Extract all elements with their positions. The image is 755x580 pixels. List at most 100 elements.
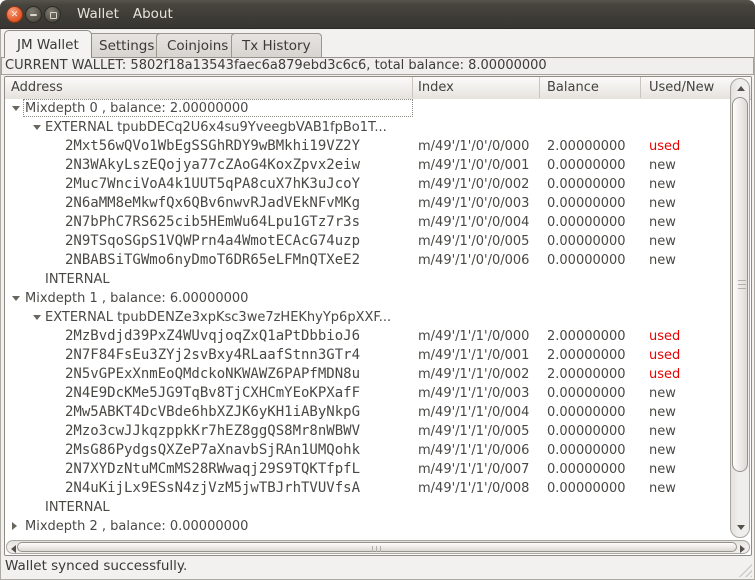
tree-row[interactable]: EXTERNAL tpubDENZe3xpKsc3we7zHEKhyYp6pXX… [5, 308, 730, 327]
balance-cell: 0.00000000 [547, 386, 626, 401]
collapse-expander-icon[interactable] [33, 125, 41, 130]
status-cell: new [649, 481, 676, 496]
address-cell: 2N9TSqoSGpS1VQWPrn4a4WmotECAcG74uzp [65, 233, 361, 249]
tab-coinjoins[interactable]: Coinjoins [156, 33, 240, 58]
balance-cell: 0.00000000 [547, 462, 626, 477]
address-cell: 2N6aMM8eMkwfQx6QBv6nwvRJadVEkNFvMKg [65, 195, 361, 211]
tree-row[interactable]: 2N7bPhC7RS625cib5HEmWu64Lpu1GTz7r3s m/49'… [5, 213, 730, 232]
status-message: Wallet synced successfully. [5, 558, 188, 574]
menu-wallet[interactable]: Wallet [70, 6, 126, 22]
balance-cell: 0.00000000 [547, 234, 626, 249]
status-cell: new [649, 177, 676, 192]
balance-cell: 2.00000000 [547, 139, 626, 154]
status-cell: used [649, 348, 681, 363]
balance-cell: 2.00000000 [547, 367, 626, 382]
vertical-scrollbar[interactable] [730, 78, 750, 538]
tree-row[interactable]: 2MzBvdjd39PxZ4WUvqjoqZxQ1aPtDbbioJ6 m/49'… [5, 327, 730, 346]
tree-row[interactable]: Mixdepth 1 , balance: 6.00000000 [5, 289, 730, 308]
horizontal-scrollbar-thumb[interactable] [17, 542, 737, 552]
balance-cell: 0.00000000 [547, 405, 626, 420]
scroll-down-arrow-icon[interactable] [737, 525, 745, 530]
index-cell: m/49'/1'/1'/0/005 [418, 424, 530, 439]
column-header-index[interactable]: Index [413, 77, 540, 98]
index-cell: m/49'/1'/1'/0/002 [418, 367, 530, 382]
index-cell: m/49'/1'/0'/0/006 [418, 253, 530, 268]
tree-row[interactable]: 2N6aMM8eMkwfQx6QBv6nwvRJadVEkNFvMKg m/49'… [5, 194, 730, 213]
wallet-tree: Address Index Balance Used/New Mixdepth 0 ,… [4, 76, 752, 556]
tree-item-label: INTERNAL [45, 272, 110, 287]
tree-row[interactable]: 2Muc7WnciVoA4k1UUT5qPA8cuX7hK3uJcoY m/49'… [5, 175, 730, 194]
tab-jm-wallet[interactable]: JM Wallet [4, 30, 92, 58]
minimize-button[interactable] [25, 6, 42, 23]
expand-expander-icon[interactable] [12, 522, 17, 530]
tree-row[interactable]: INTERNAL [5, 498, 730, 517]
tab-tx-history[interactable]: Tx History [231, 33, 322, 58]
tree-row[interactable]: 2N5vGPExXnmEoQMdckoNKWAWZ6PAPfMDN8u m/49'… [5, 365, 730, 384]
vertical-scrollbar-track[interactable] [730, 78, 750, 538]
index-cell: m/49'/1'/1'/0/006 [418, 443, 530, 458]
status-cell: new [649, 443, 676, 458]
balance-cell: 0.00000000 [547, 196, 626, 211]
tree-item-label: Mixdepth 2 , balance: 0.00000000 [25, 519, 249, 534]
tree-row[interactable]: Mixdepth 0 , balance: 2.00000000 [5, 99, 730, 118]
column-header-address[interactable]: Address [5, 77, 413, 98]
tree-row[interactable]: 2N4uKijLx9ESsN4zjVzM5jwTBJrhTVUVfsA m/49'… [5, 479, 730, 498]
tree-row[interactable]: 2Mw5ABKT4DcVBde6hbXZJK6yKH1iAByNkpG m/49'… [5, 403, 730, 422]
index-cell: m/49'/1'/0'/0/005 [418, 234, 530, 249]
tree-row[interactable]: Mixdepth 2 , balance: 0.00000000 [5, 517, 730, 536]
tree-item-label: Mixdepth 0 , balance: 2.00000000 [25, 101, 249, 116]
status-cell: new [649, 234, 676, 249]
tree-row[interactable]: 2N7F84FsEu3ZYj2svBxy4RLaafStnn3GTr4 m/49'… [5, 346, 730, 365]
balance-cell: 0.00000000 [547, 443, 626, 458]
balance-cell: 0.00000000 [547, 158, 626, 173]
index-cell: m/49'/1'/0'/0/004 [418, 215, 530, 230]
vertical-scrollbar-thumb[interactable] [732, 97, 748, 472]
tree-row[interactable]: 2N3WAkyLszEQojya77cZAoG4KoxZpvx2eiw m/49'… [5, 156, 730, 175]
status-cell: new [649, 405, 676, 420]
index-cell: m/49'/1'/1'/0/001 [418, 348, 530, 363]
collapse-expander-icon[interactable] [12, 106, 20, 111]
scroll-right-arrow-icon[interactable] [740, 545, 745, 553]
menu-about[interactable]: About [126, 6, 180, 22]
address-cell: 2N7XYDzNtuMCmMS28RWwaqj29S9TQKTfpfL [65, 461, 361, 477]
balance-cell: 0.00000000 [547, 215, 626, 230]
app-window: WalletAbout JM WalletSettingsCoinjoinsTx… [0, 0, 755, 580]
tree-row[interactable]: 2N9TSqoSGpS1VQWPrn4a4WmotECAcG74uzp m/49'… [5, 232, 730, 251]
titlebar: WalletAbout [0, 0, 755, 29]
scroll-left-arrow-icon[interactable] [11, 545, 16, 553]
address-cell: 2Mzo3cwJJkqzppkKr7hEZ8ggQS8Mr8nWBWV [65, 423, 361, 439]
tree-row[interactable]: 2Mxt56wQVo1WbEgSSGhRDY9wBMkhi19VZ2Y m/49'… [5, 137, 730, 156]
status-cell: used [649, 139, 681, 154]
horizontal-scrollbar-track[interactable] [6, 540, 750, 554]
index-cell: m/49'/1'/0'/0/000 [418, 139, 530, 154]
tree-row[interactable]: 2MsG86PydgsQXZeP7aXnavbSjRAn1UMQohk m/49'… [5, 441, 730, 460]
tree-item-label: INTERNAL [45, 500, 110, 515]
address-cell: 2MsG86PydgsQXZeP7aXnavbSjRAn1UMQohk [65, 442, 361, 458]
tree-row[interactable]: INTERNAL [5, 270, 730, 289]
column-header-balance[interactable]: Balance [540, 77, 641, 98]
status-cell: new [649, 424, 676, 439]
scrollbar-grip-icon [738, 279, 746, 290]
address-cell: 2N3WAkyLszEQojya77cZAoG4KoxZpvx2eiw [65, 157, 361, 173]
tree-row[interactable]: EXTERNAL tpubDECq2U6x4su9YveegbVAB1fpBo1… [5, 118, 730, 137]
tab-settings[interactable]: Settings [88, 33, 166, 58]
column-header-used-new[interactable]: Used/New [641, 77, 730, 98]
tree-row[interactable]: 2N7XYDzNtuMCmMS28RWwaqj29S9TQKTfpfL m/49'… [5, 460, 730, 479]
address-cell: 2NBABSiTGWmo6nyDmoT6DR65eLFMnQTXeE2 [65, 252, 361, 268]
tree-row[interactable]: 2N4E9DcKMe5JG9TqBv8TjCXHCmYEoKPXafF m/49'… [5, 384, 730, 403]
collapse-expander-icon[interactable] [12, 296, 20, 301]
tree-row[interactable]: 2Mzo3cwJJkqzppkKr7hEZ8ggQS8Mr8nWBWV m/49'… [5, 422, 730, 441]
close-button[interactable] [6, 6, 23, 23]
collapse-expander-icon[interactable] [33, 315, 41, 320]
address-cell: 2N7F84FsEu3ZYj2svBxy4RLaafStnn3GTr4 [65, 347, 361, 363]
maximize-button[interactable] [44, 6, 61, 23]
balance-cell: 0.00000000 [547, 424, 626, 439]
tree-row[interactable]: 2NBABSiTGWmo6nyDmoT6DR65eLFMnQTXeE2 m/49'… [5, 251, 730, 270]
address-cell: 2Mxt56wQVo1WbEgSSGhRDY9wBMkhi19VZ2Y [65, 138, 361, 154]
horizontal-scrollbar[interactable] [6, 540, 750, 554]
index-cell: m/49'/1'/1'/0/004 [418, 405, 530, 420]
tree-item-label: Mixdepth 1 , balance: 6.00000000 [25, 291, 249, 306]
address-cell: 2N4uKijLx9ESsN4zjVzM5jwTBJrhTVUVfsA [65, 480, 361, 496]
resize-grip-icon[interactable] [738, 563, 752, 577]
scroll-up-arrow-icon[interactable] [737, 86, 745, 91]
